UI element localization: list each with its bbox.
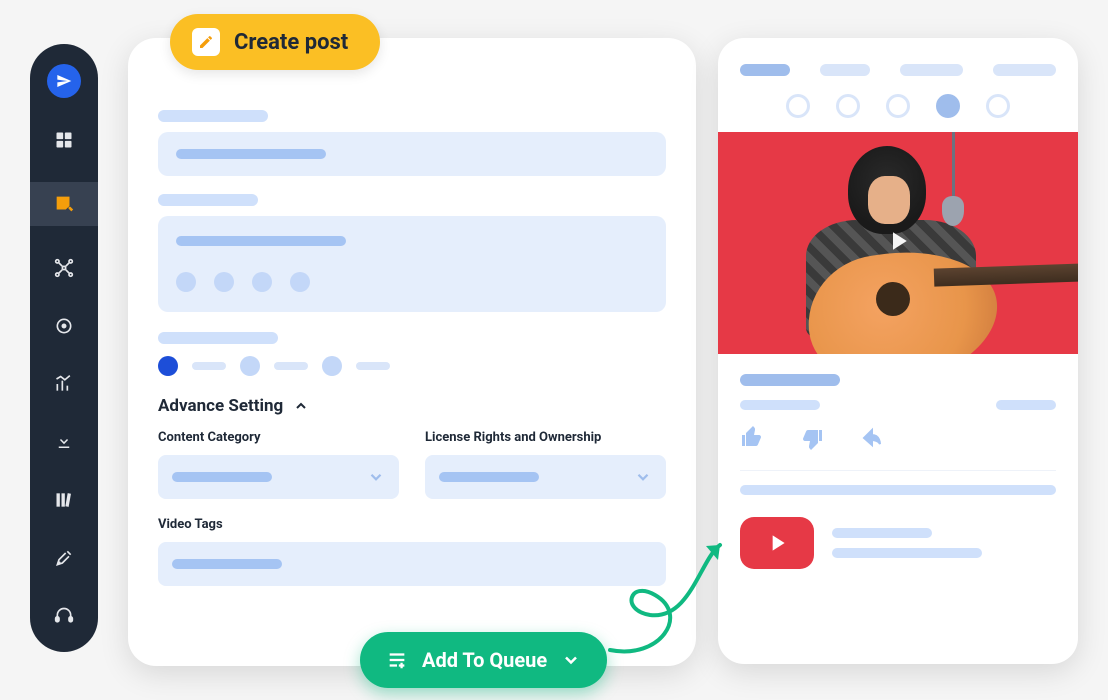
preview-account-circles (740, 94, 1056, 118)
youtube-row (740, 517, 1056, 569)
target-icon[interactable] (48, 310, 80, 342)
preview-meta (740, 374, 1056, 410)
step-dot[interactable] (322, 356, 342, 376)
preview-tab[interactable] (993, 64, 1056, 76)
library-icon[interactable] (48, 484, 80, 516)
preview-tab[interactable] (900, 64, 963, 76)
compose-icon[interactable] (30, 182, 98, 226)
field-label-placeholder (158, 110, 268, 122)
add-to-queue-button[interactable]: Add To Queue (360, 632, 607, 688)
sidebar (30, 44, 98, 652)
pencil-icon (192, 28, 220, 56)
title-placeholder (740, 374, 840, 386)
chevron-down-icon (634, 468, 652, 486)
account-selector[interactable] (158, 132, 666, 176)
account-circle[interactable] (886, 94, 910, 118)
attachment-dot[interactable] (176, 272, 196, 292)
preview-panel (718, 38, 1078, 664)
preview-actions (740, 426, 1056, 454)
dashboard-icon[interactable] (48, 124, 80, 156)
field-label-placeholder (158, 194, 258, 206)
customize-label-placeholder (158, 332, 278, 344)
chevron-up-icon (293, 398, 309, 414)
divider (740, 470, 1056, 471)
account-circle[interactable] (986, 94, 1010, 118)
line-placeholder (832, 548, 982, 558)
chevron-down-icon (367, 468, 385, 486)
account-circle[interactable] (936, 94, 960, 118)
attachment-dot[interactable] (214, 272, 234, 292)
step-line (274, 362, 308, 370)
play-icon (883, 226, 913, 260)
thumbs-up-icon[interactable] (740, 426, 764, 454)
account-circle[interactable] (836, 94, 860, 118)
preview-tab[interactable] (740, 64, 790, 76)
attachment-dot[interactable] (252, 272, 272, 292)
content-category-label: Content Category (158, 430, 399, 445)
account-circle[interactable] (786, 94, 810, 118)
analytics-icon[interactable] (48, 368, 80, 400)
flow-arrow-icon (580, 520, 740, 660)
line-placeholder (832, 528, 932, 538)
license-label: License Rights and Ownership (425, 430, 666, 445)
logo-icon[interactable] (47, 64, 81, 98)
add-to-queue-label: Add To Queue (422, 648, 547, 672)
step-dot[interactable] (240, 356, 260, 376)
create-post-button[interactable]: Create post (170, 14, 380, 70)
content-category-select[interactable] (158, 455, 399, 499)
support-icon[interactable] (48, 600, 80, 632)
video-thumbnail[interactable] (718, 132, 1078, 354)
chevron-down-icon (561, 650, 581, 670)
preview-tab[interactable] (820, 64, 870, 76)
share-icon[interactable] (860, 426, 884, 454)
youtube-icon[interactable] (740, 517, 814, 569)
meta-placeholder (996, 400, 1056, 410)
meta-placeholder (740, 400, 820, 410)
queue-icon (386, 649, 408, 671)
network-icon[interactable] (48, 252, 80, 284)
download-icon[interactable] (48, 426, 80, 458)
advance-setting-toggle[interactable]: Advance Setting (158, 396, 666, 416)
advance-setting-label: Advance Setting (158, 396, 283, 416)
line-placeholder (740, 485, 1056, 495)
step-line (356, 362, 390, 370)
step-line (192, 362, 226, 370)
preview-tabs (740, 64, 1056, 76)
attachment-dot[interactable] (290, 272, 310, 292)
create-post-label: Create post (234, 30, 348, 55)
platform-stepper (158, 356, 666, 376)
caption-textarea[interactable] (158, 216, 666, 312)
tools-icon[interactable] (48, 542, 80, 574)
license-select[interactable] (425, 455, 666, 499)
thumbs-down-icon[interactable] (800, 426, 824, 454)
step-dot[interactable] (158, 356, 178, 376)
